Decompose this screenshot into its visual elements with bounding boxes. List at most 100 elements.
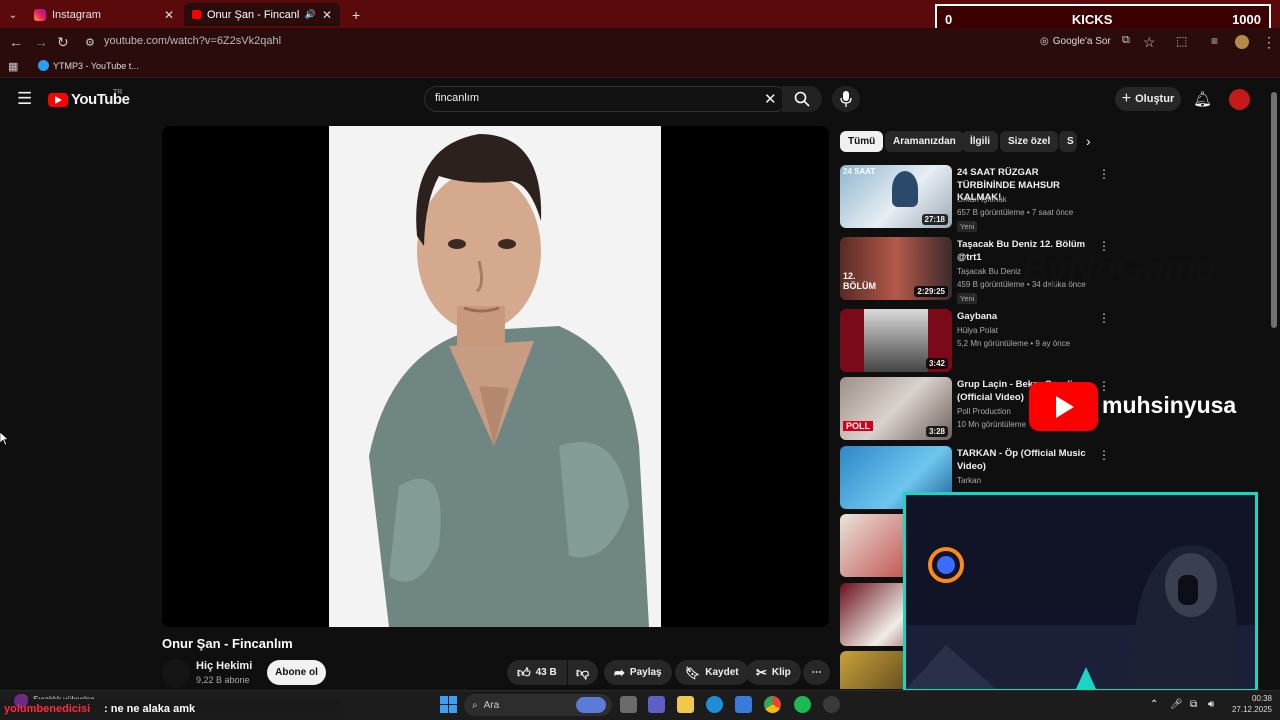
- account-avatar[interactable]: [1229, 89, 1250, 110]
- store-icon[interactable]: [735, 696, 752, 713]
- reload-icon[interactable]: ↻: [57, 34, 69, 51]
- subscribe-button[interactable]: Abone ol: [267, 660, 326, 685]
- address-bar: ← → ↻ ⚙ youtube.com/watch?v=6Z2sVk2qahl …: [0, 28, 1280, 56]
- instagram-icon: [34, 8, 46, 21]
- chip-all[interactable]: Tümü: [840, 131, 884, 152]
- chat-message: : ne ne alaka amk: [104, 703, 196, 715]
- notifications-bell-icon[interactable]: 🔔︎: [1193, 90, 1212, 108]
- chip-from-search[interactable]: Aramanızdan: [885, 131, 964, 152]
- webcam-overlay: [903, 492, 1258, 692]
- video-duration: 3:28: [925, 426, 948, 437]
- search-box[interactable]: fincanlım ✕: [424, 86, 788, 112]
- apps-icon[interactable]: ▦: [8, 60, 18, 73]
- search-icon: ⌕: [472, 699, 478, 711]
- spotify-icon[interactable]: [794, 696, 811, 713]
- more-options-icon[interactable]: ⋮: [1098, 311, 1110, 325]
- channel-name: Taşacak Bu Deniz: [957, 267, 1022, 276]
- taskbar-search[interactable]: ⌕ Ara: [464, 694, 612, 716]
- ytmp3-icon: [38, 60, 49, 71]
- forward-icon[interactable]: →: [34, 34, 48, 50]
- profile-avatar[interactable]: [1235, 35, 1249, 49]
- microphone-tray-icon[interactable]: 🎤︎: [1170, 699, 1183, 710]
- cast-icon[interactable]: ⧉: [1122, 34, 1130, 47]
- video-still-image: [329, 126, 661, 627]
- video-title: TARKAN - Öp (Official Music Video): [957, 448, 1086, 472]
- dislike-button[interactable]: 👎︎: [568, 660, 598, 685]
- browser-menu-icon[interactable]: ⋮: [1262, 34, 1276, 51]
- search-highlight-icon: [576, 697, 606, 713]
- chip-related[interactable]: İlgili: [962, 131, 998, 152]
- file-explorer-icon[interactable]: [677, 696, 694, 713]
- bookmark-ytmp3[interactable]: YTMP3 - YouTube t...: [53, 61, 139, 71]
- bookmark-star-icon[interactable]: ☆: [1143, 34, 1156, 51]
- extensions-icon[interactable]: ⬚: [1176, 34, 1187, 48]
- video-meta: 5,2 Mn görüntüleme • 9 ay önce: [957, 339, 1071, 348]
- more-options-icon[interactable]: ⋮: [1098, 448, 1110, 462]
- channel-name: Tarkan: [957, 476, 982, 485]
- chip-more[interactable]: S: [1059, 131, 1077, 152]
- youtube-logo-icon[interactable]: [48, 93, 68, 107]
- channel-name[interactable]: Hiç Hekimi: [196, 660, 252, 672]
- site-info-icon[interactable]: ⚙: [85, 36, 95, 49]
- thumbnail-text: 12. BÖLÜM: [843, 271, 876, 291]
- more-options-icon[interactable]: ⋮: [1098, 167, 1110, 181]
- clock-time[interactable]: 00:38: [1232, 694, 1272, 703]
- recommendation-item[interactable]: 3:42 Gaybana Hülya Polat 5,2 Mn görüntül…: [840, 309, 1110, 373]
- create-label: Oluştur: [1135, 93, 1175, 105]
- chip-for-you[interactable]: Size özel: [1000, 131, 1059, 152]
- tab-list-button[interactable]: ⌄: [4, 4, 22, 27]
- channel-avatar[interactable]: [162, 659, 190, 687]
- speaker-icon[interactable]: 🔊: [305, 9, 316, 20]
- video-thumbnail: 12. BÖLÜM 2:29:25: [840, 237, 952, 300]
- new-tab-button[interactable]: +: [344, 3, 368, 26]
- media-control-icon[interactable]: ≡: [1211, 34, 1218, 48]
- network-icon[interactable]: ⧉: [1190, 699, 1197, 710]
- chrome-icon[interactable]: [764, 696, 781, 713]
- save-button[interactable]: 🔖︎ Kaydet: [675, 660, 749, 685]
- channel-subscriber-count: 9,22 B abone: [196, 675, 250, 685]
- more-actions-button[interactable]: ⋯: [803, 660, 830, 685]
- menu-icon[interactable]: ☰: [17, 89, 32, 109]
- video-frame: [329, 126, 661, 627]
- plus-icon: +: [1121, 90, 1132, 107]
- tray-overflow-icon[interactable]: ⌃: [1150, 699, 1158, 710]
- streamer-channel-name: muhsinyusa: [1102, 392, 1237, 418]
- video-player[interactable]: [162, 126, 829, 627]
- save-icon: 🔖︎: [685, 665, 701, 680]
- clear-search-icon[interactable]: ✕: [764, 90, 777, 108]
- clock-date[interactable]: 27.12.2025: [1224, 705, 1272, 714]
- windows-start-icon[interactable]: [440, 696, 457, 713]
- voice-search-button[interactable]: [832, 86, 860, 112]
- close-tab-icon[interactable]: ✕: [322, 8, 332, 22]
- like-button[interactable]: 👍︎ 43 B: [507, 660, 567, 685]
- thumbnail-text: POLL: [843, 421, 873, 431]
- clip-button[interactable]: ✂ Klip: [746, 660, 801, 685]
- more-options-icon[interactable]: ⋮: [1098, 379, 1110, 393]
- page-scrollbar[interactable]: [1271, 92, 1277, 328]
- tab-youtube[interactable]: Onur Şan - Fincanlım - You 🔊 ✕: [184, 3, 340, 26]
- close-tab-icon[interactable]: ✕: [164, 8, 174, 22]
- taskbar-search-label: Ara: [483, 699, 500, 711]
- create-button[interactable]: + Oluştur: [1115, 87, 1181, 111]
- google-lens-button[interactable]: ◎ Google'a Sor: [1040, 36, 1111, 47]
- task-view-icon[interactable]: [620, 696, 637, 713]
- chips-next-icon[interactable]: ›: [1086, 133, 1091, 149]
- share-button[interactable]: ➦ Paylaş: [604, 660, 672, 685]
- back-icon[interactable]: ←: [9, 34, 23, 50]
- tab-instagram[interactable]: Instagram ✕: [26, 3, 182, 26]
- like-count: 43 B: [535, 667, 557, 678]
- teams-icon[interactable]: [648, 696, 665, 713]
- search-input[interactable]: fincanlım: [435, 92, 479, 104]
- edge-icon[interactable]: [706, 696, 723, 713]
- video-meta: 657 B görüntüleme • 7 saat önce: [957, 208, 1074, 217]
- obs-icon[interactable]: [823, 696, 840, 713]
- volume-icon[interactable]: 🔊︎: [1208, 699, 1214, 710]
- search-button[interactable]: [782, 86, 822, 112]
- video-title: Onur Şan - Fincanlım: [162, 636, 293, 651]
- channel-name: Orkun Işıtmak: [957, 195, 1007, 204]
- save-label: Kaydet: [705, 667, 739, 678]
- recommendation-item[interactable]: 24 SAAT 27:18 24 SAAT RÜZGAR TÜRBİNİNDE …: [840, 165, 1110, 232]
- url-field[interactable]: youtube.com/watch?v=6Z2sVk2qahl: [104, 35, 281, 47]
- thumbs-up-icon: 👍︎: [517, 664, 531, 680]
- tab-title: Instagram: [52, 8, 101, 21]
